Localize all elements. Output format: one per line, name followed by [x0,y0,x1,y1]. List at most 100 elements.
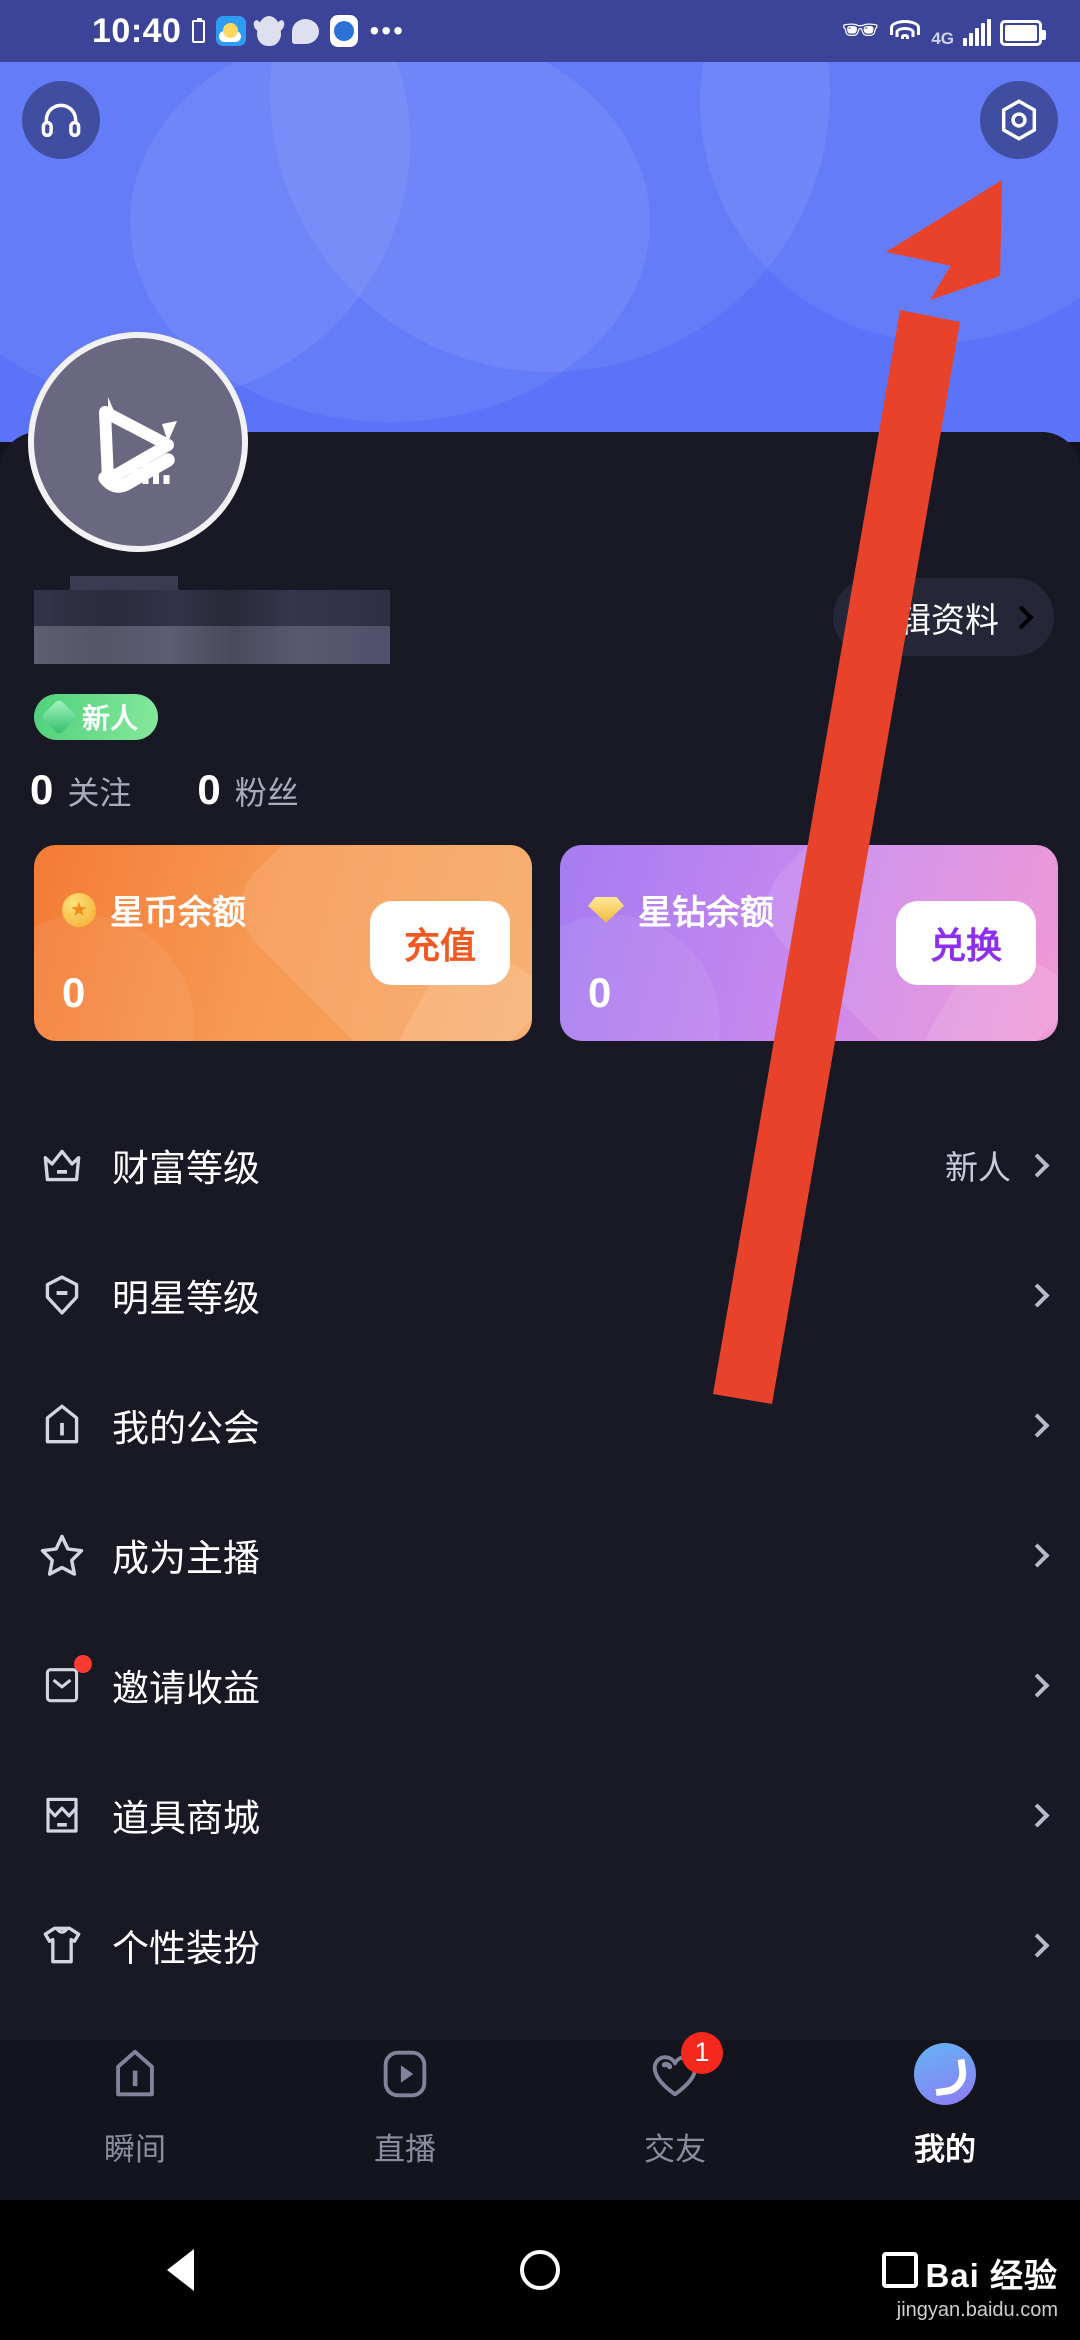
header-bar [0,62,1080,178]
menu-item-label: 个性装扮 [112,1928,260,1969]
gem-icon [40,698,78,736]
star-diamond-icon [588,896,624,923]
status-time: 10:40 [92,11,182,50]
menu-item-value: 新人 [945,1149,1011,1186]
headset-button[interactable] [22,81,100,159]
edit-profile-button[interactable]: 编辑资料 [833,578,1054,656]
menu-item-right [1011,1802,1050,1828]
settings-button[interactable] [980,81,1058,159]
wallet-card-header: 星钻余额 [588,885,774,934]
status-bar-left: 10:40 ••• [0,12,405,51]
menu-item-right [1011,1672,1050,1698]
menu-item-right [1011,1282,1050,1308]
bluetooth-icon: 🕶 [841,14,880,47]
username-pixel-row [34,590,390,626]
stat-value: 0 [30,766,54,813]
chevron-right-icon [1025,1802,1050,1828]
home-icon [520,2250,560,2290]
wallet-title: 星币余额 [110,894,246,932]
settings-gear-icon [1001,99,1037,141]
menu-item-right [1011,1932,1050,1958]
stat-following[interactable]: 0 关注 [30,766,131,814]
menu-item-my-guild[interactable]: 我的公会 [0,1360,1080,1490]
weather-icon [216,16,247,46]
tab-label: 交友 [644,2131,706,2167]
exchange-button[interactable]: 兑换 [896,901,1036,985]
menu-item-label: 成为主播 [112,1538,260,1579]
username-pixel-row [34,626,390,664]
stat-label: 粉丝 [234,775,299,811]
menu-item-label: 我的公会 [112,1408,260,1449]
tab-friends[interactable]: 1 交友 [540,2031,810,2169]
watermark-line1: Bai 经验 [925,2257,1058,2294]
tab-label: 我的 [914,2131,976,2167]
battery-icon [1000,20,1046,46]
home-button[interactable] [360,2250,720,2290]
bottom-tab-bar: 瞬间 直播 1 交友 我的 [0,2010,1080,2200]
wallet-title: 星钻余额 [638,894,774,932]
battery-small-icon [192,17,206,43]
phone-screen: 10:40 ••• 🕶 4G 编辑资料 新人 0 关注 0 粉丝 ★ 星币余额 … [0,0,1080,2340]
moment-icon [103,2042,167,2106]
live-icon [373,2042,437,2106]
notification-dot [74,1655,92,1673]
crown-icon [34,1137,90,1193]
avatar[interactable] [28,332,248,552]
settings-menu: 财富等级 新人 明星等级 我的公会 成为主播 邀请收益 道具商城 个性装扮 [0,1100,1080,2010]
wallet-card-diamond[interactable]: 星钻余额 0 兑换 [560,845,1058,1041]
menu-item-become-host[interactable]: 成为主播 [0,1490,1080,1620]
chevron-right-icon [1025,1672,1050,1698]
star-icon [34,1527,90,1583]
menu-item-right [1011,1542,1050,1568]
stat-label: 关注 [67,775,132,811]
tab-live[interactable]: 直播 [270,2042,540,2169]
tab-avatar [914,2042,976,2105]
edit-profile-label: 编辑资料 [863,601,999,640]
chevron-right-icon [1025,1282,1050,1308]
stat-fans[interactable]: 0 粉丝 [197,766,298,814]
menu-item-right: 新人 [945,1141,1050,1189]
status-bar: 10:40 ••• 🕶 4G [0,0,1080,62]
headset-icon [41,103,81,138]
profile-icon [913,2042,977,2106]
back-button[interactable] [0,2249,360,2291]
network-type-label: 4G [931,29,954,48]
heart-icon: 1 [643,2031,723,2106]
menu-item-wealth-level[interactable]: 财富等级 新人 [0,1100,1080,1230]
wallet-amount: 0 [588,969,612,1016]
chevron-right-icon [1025,1542,1050,1568]
tab-badge: 1 [681,2031,723,2074]
menu-item-props-shop[interactable]: 道具商城 [0,1750,1080,1880]
tshirt-icon [34,1917,90,1973]
menu-item-label: 邀请收益 [112,1668,260,1709]
status-bar-right: 🕶 4G [841,14,1080,48]
wallet-cards: ★ 星币余额 0 充值 星钻余额 0 兑换 [34,845,1058,1041]
watermark: Bai 经验 jingyan.baidu.com [897,2249,1058,2322]
wallet-amount: 0 [62,969,86,1016]
menu-item-label: 财富等级 [112,1148,260,1189]
chevron-right-icon [1009,604,1034,630]
more-dots-icon: ••• [369,15,405,46]
profile-stats: 0 关注 0 粉丝 [30,766,299,814]
back-icon [166,2249,194,2291]
menu-item-star-level[interactable]: 明星等级 [0,1230,1080,1360]
tab-mine[interactable]: 我的 [810,2042,1080,2169]
browser-icon [330,15,359,47]
tab-moments[interactable]: 瞬间 [0,2042,270,2169]
menu-item-label: 明星等级 [112,1278,260,1319]
wifi-icon [888,20,922,46]
invite-icon [34,1655,92,1713]
username-redacted [34,576,390,664]
menu-item-invite-earnings[interactable]: 邀请收益 [0,1620,1080,1750]
wallet-card-header: ★ 星币余额 [62,885,246,934]
qq-icon [257,16,282,46]
recharge-button[interactable]: 充值 [370,901,510,985]
tab-label: 直播 [374,2131,436,2167]
message-icon [292,18,320,44]
star-coin-icon: ★ [62,892,96,927]
menu-item-personal-outfit[interactable]: 个性装扮 [0,1880,1080,2010]
status-badge-label: 新人 [82,703,139,734]
chevron-right-icon [1025,1932,1050,1958]
wallet-card-coin[interactable]: ★ 星币余额 0 充值 [34,845,532,1041]
chevron-right-icon [1025,1152,1050,1178]
